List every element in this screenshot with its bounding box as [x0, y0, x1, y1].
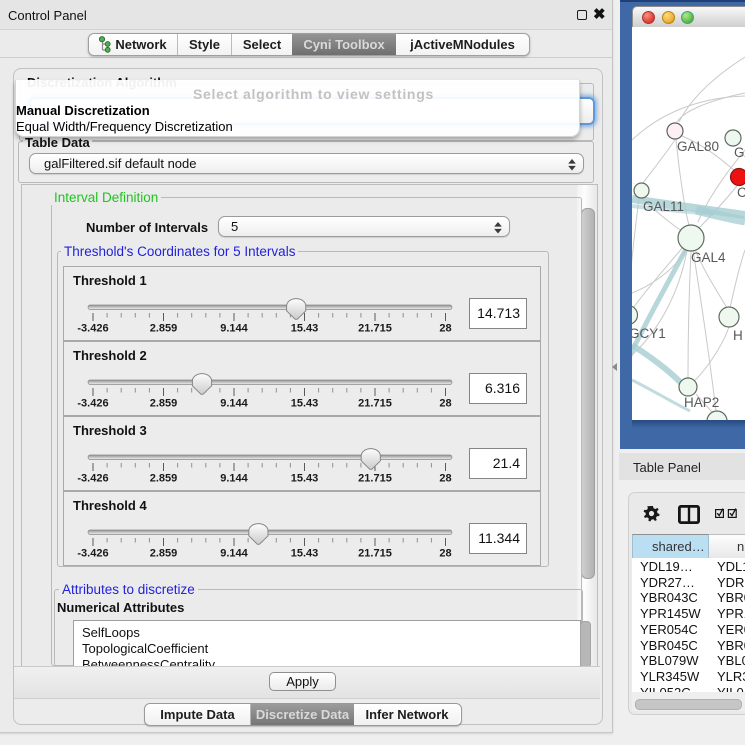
- svg-text:21.715: 21.715: [358, 323, 392, 335]
- svg-text:HAP2: HAP2: [684, 395, 719, 410]
- svg-text:15.43: 15.43: [291, 473, 319, 485]
- svg-text:H: H: [733, 328, 743, 343]
- svg-text:15.43: 15.43: [291, 548, 319, 560]
- svg-text:2.859: 2.859: [150, 398, 178, 410]
- svg-text:28: 28: [439, 398, 451, 410]
- svg-text:9.144: 9.144: [220, 323, 248, 335]
- svg-text:-3.426: -3.426: [77, 473, 108, 485]
- svg-text:21.715: 21.715: [358, 548, 392, 560]
- svg-text:21.715: 21.715: [358, 398, 392, 410]
- svg-text:28: 28: [439, 323, 451, 335]
- svg-text:2.859: 2.859: [150, 548, 178, 560]
- svg-text:GAL11: GAL11: [643, 199, 684, 214]
- svg-text:9.144: 9.144: [220, 398, 248, 410]
- svg-text:GAL4: GAL4: [691, 250, 726, 265]
- svg-text:21.715: 21.715: [358, 473, 392, 485]
- svg-text:GAL80: GAL80: [677, 139, 719, 154]
- svg-text:C: C: [737, 185, 745, 200]
- svg-text:GA: GA: [734, 145, 745, 160]
- svg-text:2.859: 2.859: [150, 473, 178, 485]
- svg-text:-3.426: -3.426: [77, 323, 108, 335]
- svg-text:9.144: 9.144: [220, 548, 248, 560]
- svg-text:2.859: 2.859: [150, 323, 178, 335]
- svg-text:-3.426: -3.426: [77, 548, 108, 560]
- svg-text:28: 28: [439, 473, 451, 485]
- svg-text:GCY1: GCY1: [632, 326, 666, 341]
- svg-text:28: 28: [439, 548, 451, 560]
- svg-text:15.43: 15.43: [291, 323, 319, 335]
- svg-text:-3.426: -3.426: [77, 398, 108, 410]
- svg-text:9.144: 9.144: [220, 473, 248, 485]
- svg-text:15.43: 15.43: [291, 398, 319, 410]
